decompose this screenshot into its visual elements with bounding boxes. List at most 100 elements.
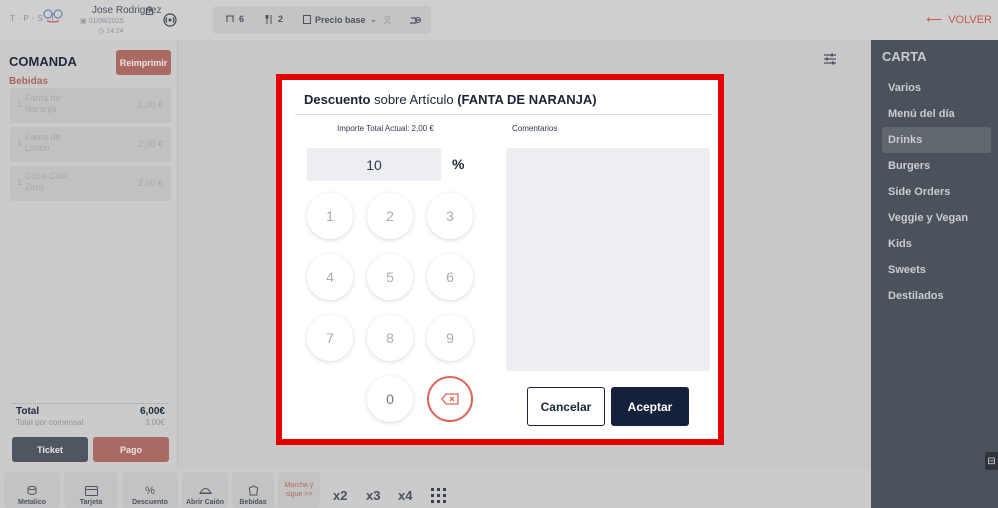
price-tag-icon [303,15,311,24]
cash-button[interactable]: Metalico [4,472,60,508]
menu-panel: CARTA Varios Menú del día Drinks Burgers… [871,40,998,508]
keypad-key-0[interactable]: 0 [367,376,413,422]
discount-value-input[interactable]: 10 [307,148,441,181]
keypad-key-5[interactable]: 5 [367,254,413,300]
pay-button[interactable]: Pago [93,437,169,462]
comments-label: Comentarios [512,124,558,133]
filter-sliders-icon[interactable] [823,52,837,66]
lock-icon[interactable] [145,6,154,15]
keypad-key-4[interactable]: 4 [307,254,353,300]
backspace-icon [441,393,459,405]
glasses-logo-icon [43,9,63,23]
drinks-label: Bebidas [239,499,267,506]
keypad-key-1[interactable]: 1 [307,193,353,239]
discount-modal: Descuento sobre Artículo (FANTA DE NARAN… [276,74,724,445]
menu-category-drinks[interactable]: Drinks [882,127,991,153]
multiply-2-button[interactable]: x2 [333,488,347,503]
table-number[interactable]: 6 [225,14,244,24]
reprint-button[interactable]: Reimprimir [116,50,171,75]
item-qty: 1 [17,138,23,148]
keypad-key-8[interactable]: 8 [367,315,413,361]
drawer-icon [198,488,212,494]
order-item[interactable]: 1 Fanta de Limón 2,00 € [10,127,171,162]
order-panel: COMANDA Reimprimir Bebidas 1 Fanta de Na… [0,40,178,468]
item-price: 2,00 € [137,100,163,110]
comments-textarea[interactable] [506,148,710,371]
order-item[interactable]: 1 Coca-Cola Zero 2,00 € [10,166,171,201]
multiply-4-button[interactable]: x4 [398,488,412,503]
order-item[interactable]: 1 Fanta de Naranja 2,00 € [10,88,171,123]
total-label: Total [16,406,40,417]
march-label-line2: sigue >> [285,491,313,498]
percent-icon: % [145,485,155,497]
menu-category-sweets[interactable]: Sweets [882,257,991,283]
diners[interactable]: 2 [265,14,283,24]
item-name: Fanta de Limón [25,132,61,153]
table-info-group: 6 2 Precio base ⌄ [213,6,431,34]
keypad-key-6[interactable]: 6 [427,254,473,300]
session-date: ▣ 01/08/2025 [80,18,124,25]
cutlery-icon [265,14,272,24]
menu-category-burgers[interactable]: Burgers [882,153,991,179]
move-table-icon[interactable] [409,15,421,25]
arrow-left-icon: ⟵ [926,14,943,26]
total-value: 6,00€ [139,406,165,417]
menu-title: CARTA [882,49,927,64]
drinks-button[interactable]: Bebidas [232,472,274,508]
multiply-3-button[interactable]: x3 [366,488,380,503]
date-text: 01/08/2025 [88,18,124,25]
discount-label: Descuento [132,499,168,506]
chef-hat-icon [248,485,258,496]
item-name: Fanta de Naranja [25,93,61,114]
diners-count: 2 [278,14,284,24]
item-qty: 1 [17,177,23,187]
person-icon[interactable] [383,15,392,25]
chevron-down-icon: ⌄ [369,14,378,24]
ticket-button[interactable]: Ticket [12,437,88,462]
menu-category-menu-del-dia[interactable]: Menú del día [882,101,991,127]
signal-icon[interactable] [163,13,177,27]
item-qty: 1 [17,99,23,109]
modal-title-bold: Descuento [304,92,371,107]
item-name: Coca-Cola Zero [25,171,68,192]
keypad-grid-icon[interactable] [431,488,446,503]
menu-category-side-orders[interactable]: Side Orders [882,179,991,205]
card-label: Tarjeta [79,499,103,506]
collapse-tab-icon[interactable]: ⊟ [985,452,998,470]
modal-title-item: (FANTA DE NARANJA) [457,92,597,107]
back-label: VOLVER [948,13,992,26]
discount-button[interactable]: % Descuento [122,472,178,508]
cancel-button[interactable]: Cancelar [527,387,605,426]
time-text: 14:24 [106,28,124,35]
open-drawer-label: Abrir Caión [185,499,225,506]
keypad-key-9[interactable]: 9 [427,315,473,361]
menu-category-kids[interactable]: Kids [882,231,991,257]
table-count: 6 [239,14,245,24]
menu-category-destilados[interactable]: Destilados [882,283,991,309]
table-icon [226,15,234,22]
per-diner-value: 3,00€ [144,418,165,427]
modal-title: Descuento sobre Artículo (FANTA DE NARAN… [304,92,597,107]
march-button[interactable]: Marcha y sigue >> [278,472,320,508]
item-price: 2,00 € [137,178,163,188]
cash-label: Metalico [17,499,46,506]
price-mode-label: Precio base [315,14,366,25]
open-drawer-button[interactable]: Abrir Caión [182,472,228,508]
current-total-text: Importe Total Actual: 2,00 € [337,124,434,133]
back-button[interactable]: ⟵ VOLVER [926,13,992,27]
backspace-button[interactable] [427,376,473,422]
card-button[interactable]: Tarjeta [64,472,118,508]
totals-divider [12,403,168,404]
discount-unit-toggle[interactable]: % [452,156,464,172]
modal-title-middle: sobre Artículo [374,92,454,107]
menu-category-varios[interactable]: Varios [882,75,991,101]
bottom-toolbar: Metalico Tarjeta % Descuento Abrir Caión… [0,468,870,508]
price-mode-select[interactable]: Precio base ⌄ [303,14,377,25]
accept-button[interactable]: Aceptar [611,387,689,426]
coins-icon [27,485,37,495]
keypad-key-7[interactable]: 7 [307,315,353,361]
keypad-key-3[interactable]: 3 [427,193,473,239]
menu-category-veggie[interactable]: Veggie y Vegan [882,205,991,231]
keypad-key-2[interactable]: 2 [367,193,413,239]
modal-divider [295,114,713,115]
